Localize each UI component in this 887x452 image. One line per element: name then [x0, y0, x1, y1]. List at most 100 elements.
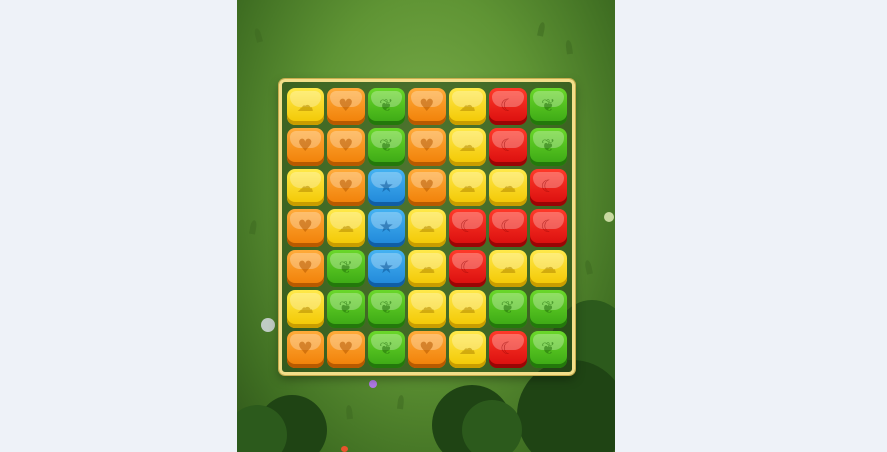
grid-cell: ☁	[407, 208, 448, 249]
orange-block[interactable]: ♥	[286, 249, 324, 287]
grid-cell: ♥	[407, 329, 448, 370]
flower-decoration	[341, 446, 348, 452]
yellow-block[interactable]: ☁	[489, 168, 527, 206]
blue-block[interactable]: ★	[367, 209, 405, 247]
yellow-block[interactable]: ☁	[448, 128, 486, 166]
yellow-block[interactable]: ☁	[448, 330, 486, 368]
green-block[interactable]: ❦	[529, 128, 567, 166]
yellow-block[interactable]: ☁	[489, 249, 527, 287]
star-icon: ★	[378, 257, 394, 278]
leaf-icon: ❦	[541, 136, 556, 157]
heart-icon: ♥	[338, 95, 354, 116]
blue-block[interactable]: ★	[367, 168, 405, 206]
grid-cell: ☁	[326, 208, 367, 249]
red-block[interactable]: ☾	[529, 209, 567, 247]
yellow-block[interactable]: ☁	[408, 290, 446, 328]
yellow-block[interactable]: ☁	[448, 168, 486, 206]
green-block[interactable]: ❦	[489, 290, 527, 328]
grass-decoration	[345, 404, 353, 420]
red-block[interactable]: ☾	[489, 209, 527, 247]
red-block[interactable]: ☾	[529, 168, 567, 206]
grid-cell: ♥	[407, 86, 448, 127]
moon-icon: ☾	[540, 217, 556, 238]
cloud-icon: ☁	[458, 95, 476, 116]
red-block[interactable]: ☾	[448, 249, 486, 287]
grid-cell: ☾	[528, 167, 569, 208]
grass-decoration	[397, 394, 405, 410]
heart-icon: ♥	[297, 136, 313, 157]
flower-decoration	[261, 318, 275, 332]
leaf-icon: ❦	[541, 298, 556, 319]
orange-block[interactable]: ♥	[408, 128, 446, 166]
orange-block[interactable]: ♥	[408, 87, 446, 125]
cloud-icon: ☁	[458, 338, 476, 359]
grid-cell: ♥	[326, 329, 367, 370]
leaf-icon: ❦	[379, 95, 394, 116]
heart-icon: ♥	[419, 338, 435, 359]
moon-icon: ☾	[459, 257, 475, 278]
grid-cell: ☾	[528, 208, 569, 249]
grid-cell: ❦	[366, 86, 407, 127]
orange-block[interactable]: ♥	[327, 128, 365, 166]
green-block[interactable]: ❦	[529, 330, 567, 368]
cloud-icon: ☁	[539, 257, 557, 278]
red-block[interactable]: ☾	[489, 87, 527, 125]
yellow-block[interactable]: ☁	[448, 87, 486, 125]
yellow-block[interactable]: ☁	[286, 168, 324, 206]
green-block[interactable]: ❦	[367, 128, 405, 166]
red-block[interactable]: ☾	[489, 330, 527, 368]
yellow-block[interactable]: ☁	[286, 87, 324, 125]
orange-block[interactable]: ♥	[286, 330, 324, 368]
orange-block[interactable]: ♥	[327, 87, 365, 125]
grid-cell: ☁	[447, 167, 488, 208]
cloud-icon: ☁	[458, 136, 476, 157]
yellow-block[interactable]: ☁	[448, 290, 486, 328]
leaf-icon: ❦	[541, 338, 556, 359]
grid-cell: ☁	[447, 289, 488, 330]
green-block[interactable]: ❦	[367, 290, 405, 328]
grid-cell: ☁	[285, 289, 326, 330]
grass-decoration	[253, 27, 263, 43]
blue-block[interactable]: ★	[367, 249, 405, 287]
game-panel: ☁ ♥ ❦ ♥ ☁ ☾ ❦ ♥ ♥ ❦ ♥ ☁ ☾ ❦ ☁ ♥ ★ ♥ ☁ ☁ ☾ ♥ ☁ ★ ☁ ☾ ☾ ☾ ♥ ❦ ★ ☁ ☾ ☁ ☁ ☁ ❦ ❦ ☁ ☁…	[237, 0, 615, 452]
grid-cell: ♥	[326, 167, 367, 208]
green-block[interactable]: ❦	[529, 87, 567, 125]
yellow-block[interactable]: ☁	[408, 249, 446, 287]
orange-block[interactable]: ♥	[327, 168, 365, 206]
orange-block[interactable]: ♥	[408, 168, 446, 206]
orange-block[interactable]: ♥	[286, 209, 324, 247]
green-block[interactable]: ❦	[367, 330, 405, 368]
green-block[interactable]: ❦	[529, 290, 567, 328]
cloud-icon: ☁	[458, 176, 476, 197]
cloud-icon: ☁	[296, 298, 314, 319]
grid-cell: ♥	[326, 127, 367, 168]
grid-cell: ❦	[528, 329, 569, 370]
grid-cell: ❦	[366, 329, 407, 370]
grid-cell: ♥	[285, 127, 326, 168]
grid-cell: ☁	[447, 127, 488, 168]
grid-cell: ☾	[488, 127, 529, 168]
grid-cell: ♥	[326, 86, 367, 127]
grid-cell: ☁	[407, 248, 448, 289]
yellow-block[interactable]: ☁	[529, 249, 567, 287]
green-block[interactable]: ❦	[327, 290, 365, 328]
yellow-block[interactable]: ☁	[286, 290, 324, 328]
grass-decoration	[537, 21, 546, 37]
cloud-icon: ☁	[418, 217, 436, 238]
orange-block[interactable]: ♥	[286, 128, 324, 166]
grid-cell: ☁	[407, 289, 448, 330]
grid-cell: ❦	[366, 127, 407, 168]
green-block[interactable]: ❦	[367, 87, 405, 125]
orange-block[interactable]: ♥	[408, 330, 446, 368]
heart-icon: ♥	[297, 257, 313, 278]
yellow-block[interactable]: ☁	[408, 209, 446, 247]
green-block[interactable]: ❦	[327, 249, 365, 287]
grid-cell: ❦	[528, 289, 569, 330]
moon-icon: ☾	[540, 176, 556, 197]
bush-decoration	[462, 400, 522, 452]
cloud-icon: ☁	[418, 298, 436, 319]
orange-block[interactable]: ♥	[327, 330, 365, 368]
red-block[interactable]: ☾	[448, 209, 486, 247]
yellow-block[interactable]: ☁	[327, 209, 365, 247]
red-block[interactable]: ☾	[489, 128, 527, 166]
